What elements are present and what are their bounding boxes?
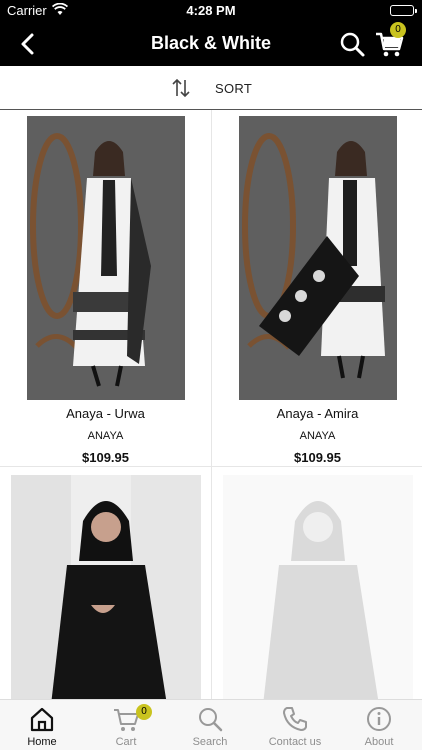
product-image[interactable] [223,475,413,699]
cart-count-badge: 0 [390,22,406,38]
product-image[interactable] [27,116,185,400]
product-card[interactable]: Anaya - Amira ANAYA $109.95 [211,110,422,467]
product-price: $109.95 [82,450,129,465]
product-card[interactable] [0,467,211,699]
sort-label[interactable]: SORT [215,81,252,96]
tab-about[interactable]: About [337,700,421,750]
product-image[interactable] [11,475,201,699]
tab-label: About [364,736,394,748]
bottom-tab-bar: Home 0 Cart Search Contact us About [0,699,422,750]
product-grid: Anaya - Urwa ANAYA $109.95 Anaya - Amira… [0,110,422,699]
tab-home[interactable]: Home [0,700,84,750]
product-name[interactable]: Anaya - Amira [212,406,422,421]
search-icon[interactable] [338,30,366,58]
info-icon [367,707,391,731]
product-image[interactable] [239,116,397,400]
product-price: $109.95 [294,450,341,465]
nav-header: Black & White 0 [0,22,422,66]
status-bar: Carrier 4:28 PM [0,0,422,22]
tab-label: Cart [115,736,137,748]
battery-icon [390,5,417,16]
tab-label: Contact us [268,736,322,748]
home-icon [30,707,54,732]
top-bar: Carrier 4:28 PM Black & White 0 [0,0,422,66]
tab-label: Search [192,736,228,748]
product-name[interactable]: Anaya - Urwa [0,406,211,421]
tab-label: Home [27,736,57,748]
sort-bar[interactable]: SORT [0,66,422,110]
sort-arrows-icon[interactable] [170,77,192,99]
tab-search[interactable]: Search [168,700,252,750]
product-card[interactable]: Anaya - Urwa ANAYA $109.95 [0,110,211,467]
product-card[interactable] [211,467,422,699]
product-brand: ANAYA [299,430,336,442]
cart-tab-badge: 0 [136,704,152,720]
search-icon [199,708,223,732]
phone-icon [283,707,307,731]
tab-cart[interactable]: 0 Cart [84,700,168,750]
tab-contact[interactable]: Contact us [253,700,337,750]
status-time: 4:28 PM [186,3,236,18]
product-brand: ANAYA [87,430,124,442]
